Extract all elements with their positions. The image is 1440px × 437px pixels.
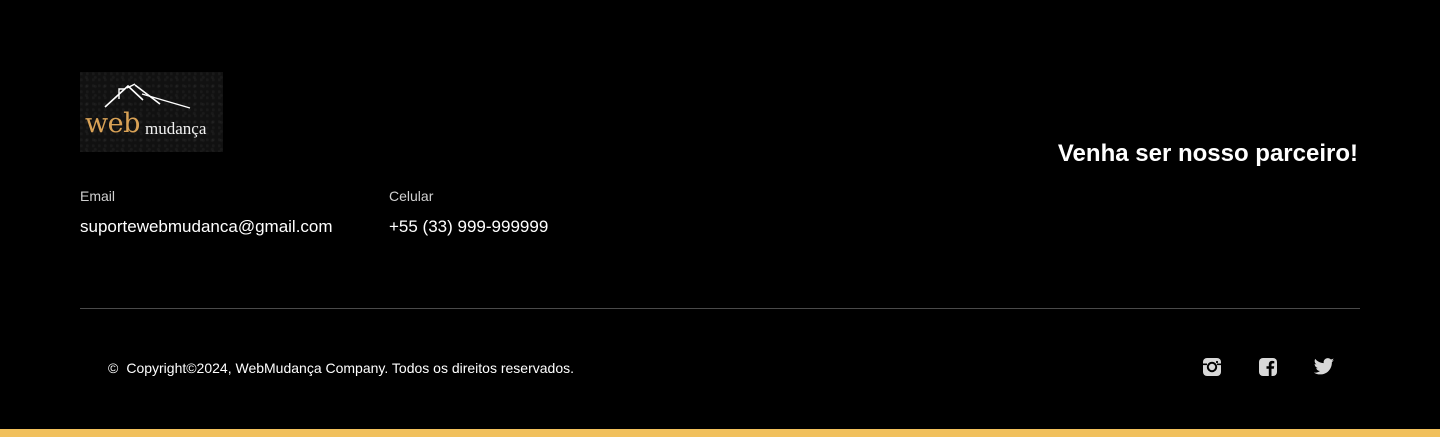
email-label: Email <box>80 188 116 204</box>
instagram-link[interactable] <box>1201 356 1223 378</box>
copyright-label: Copyright©2024, WebMudança Company. Todo… <box>126 360 574 376</box>
twitter-link[interactable] <box>1313 356 1335 378</box>
instagram-icon <box>1203 358 1221 376</box>
bottom-accent-bar <box>0 429 1440 437</box>
footer-divider <box>80 308 1360 309</box>
email-value[interactable]: suportewebmudanca@gmail.com <box>80 217 333 237</box>
logo-text-web: web <box>85 108 140 139</box>
logo-text-mudanca: mudança <box>145 119 207 138</box>
phone-label: Celular <box>389 188 434 204</box>
copyright-text: © Copyright©2024, WebMudança Company. Tod… <box>108 360 574 376</box>
copyright-symbol: © <box>108 360 119 376</box>
company-logo[interactable]: web mudança <box>80 72 223 152</box>
site-footer: web mudança Email suportewebmudanca@gmai… <box>0 0 1440 429</box>
twitter-icon <box>1313 358 1335 375</box>
facebook-link[interactable] <box>1257 356 1279 378</box>
partner-heading: Venha ser nosso parceiro! <box>1057 140 1358 167</box>
phone-value[interactable]: +55 (33) 999-999999 <box>389 217 548 237</box>
facebook-icon <box>1259 358 1277 376</box>
